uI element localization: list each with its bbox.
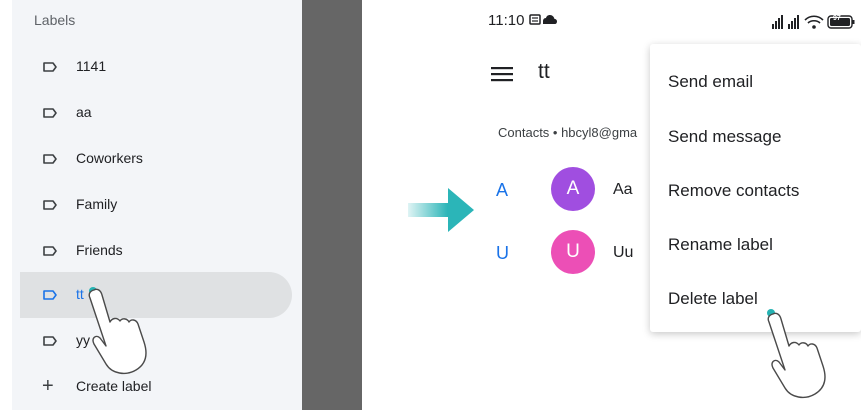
pointing-hand-icon (88, 288, 147, 375)
label-item-coworkers[interactable]: Coworkers (20, 136, 292, 182)
label-text: Friends (76, 242, 123, 258)
label-item-friends[interactable]: Friends (20, 228, 292, 274)
battery-icon (827, 15, 855, 29)
page-title: tt (538, 60, 550, 83)
label-icon (43, 62, 57, 72)
label-text: aa (76, 104, 92, 120)
plus-icon: + (42, 375, 54, 397)
arrow-right-icon (408, 188, 474, 232)
label-item-1141[interactable]: 1141 (20, 44, 292, 90)
signal-icon (772, 15, 783, 29)
notification-icons (528, 14, 557, 25)
label-text: Family (76, 196, 118, 212)
clock: 11:10 (488, 12, 525, 29)
menu-item-delete-label[interactable]: Delete label (668, 289, 758, 309)
menu-item-remove-contacts[interactable]: Remove contacts (668, 181, 799, 201)
drawer-scrim[interactable] (302, 0, 362, 410)
status-time: 11:10 (488, 12, 557, 29)
wifi-icon (804, 15, 824, 29)
label-icon (43, 108, 57, 118)
hamburger-menu-icon[interactable] (491, 64, 515, 84)
label-text: Coworkers (76, 150, 143, 166)
section-letter: A (496, 180, 509, 200)
battery-level: 97 (833, 15, 841, 22)
section-letter: U (496, 243, 509, 263)
drawer-header: Labels (34, 12, 76, 28)
contact-name[interactable]: Aa (613, 181, 633, 199)
account-line: Contacts • hbcyl8@gma (498, 125, 638, 140)
label-text: 1141 (76, 58, 107, 74)
label-icon (43, 290, 57, 300)
label-icon (43, 336, 57, 346)
menu-item-send-message[interactable]: Send message (668, 127, 781, 147)
overflow-menu: Send email Send message Remove contacts … (650, 44, 861, 332)
status-icons (772, 15, 855, 29)
label-item-aa[interactable]: aa (20, 90, 292, 136)
menu-item-rename-label[interactable]: Rename label (668, 235, 773, 255)
menu-item-send-email[interactable]: Send email (668, 72, 753, 92)
avatar[interactable]: A (551, 167, 595, 211)
pointing-hand-icon (767, 312, 826, 399)
signal-icon (788, 15, 799, 29)
contact-name[interactable]: Uu (613, 244, 633, 262)
labels-drawer: Labels 1141 aa Coworkers Family Friends (12, 0, 302, 410)
label-icon (43, 246, 57, 256)
label-icon (43, 154, 57, 164)
avatar[interactable]: U (551, 230, 595, 274)
label-text: tt (76, 286, 84, 302)
label-item-family[interactable]: Family (20, 182, 292, 228)
label-icon (43, 200, 57, 210)
create-label-text: Create label (76, 378, 152, 394)
